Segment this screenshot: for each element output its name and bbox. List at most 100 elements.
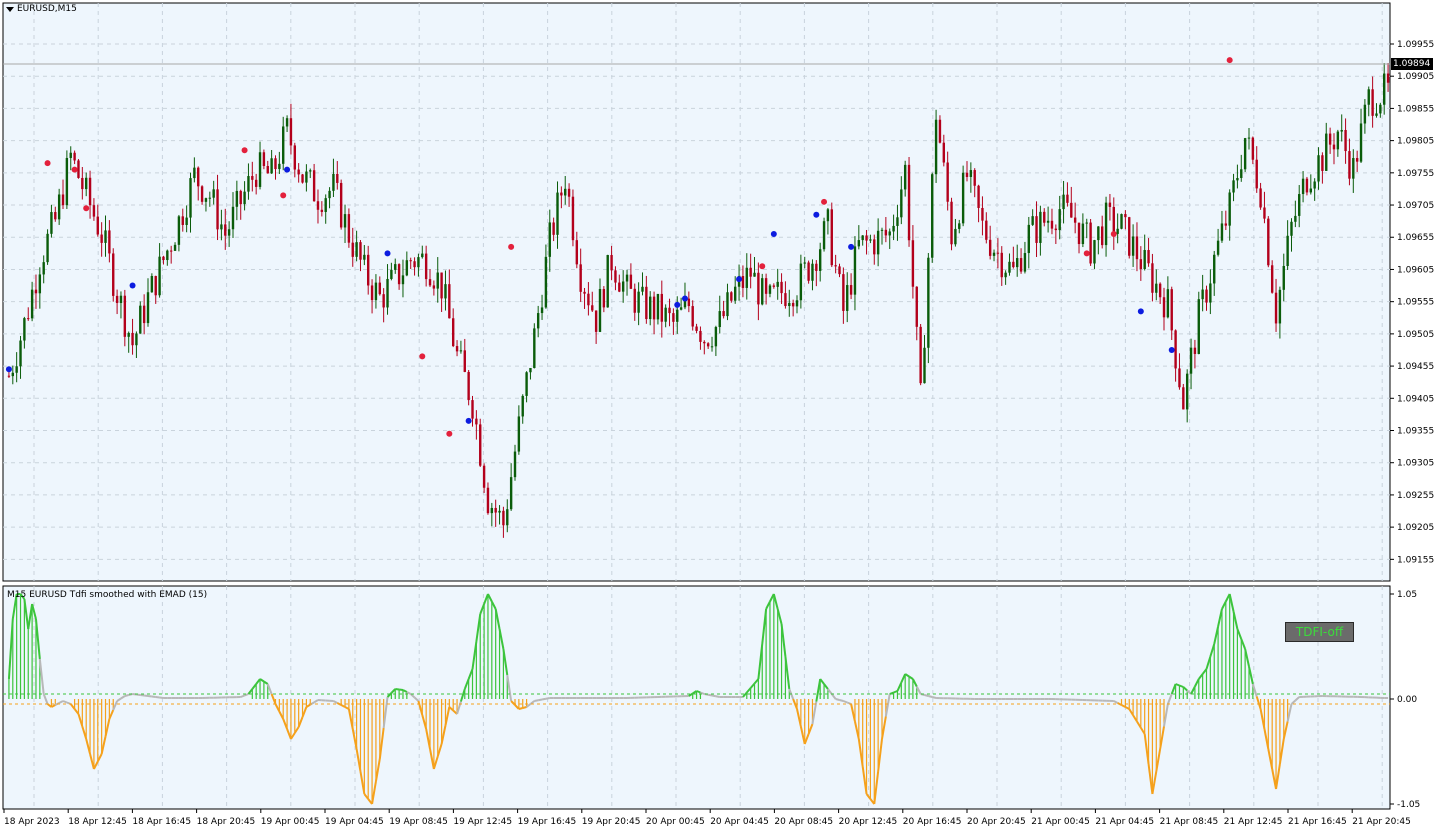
- candle-body: [710, 346, 714, 348]
- candle-body: [46, 233, 49, 263]
- x-tick-label: 19 Apr 00:45: [261, 817, 320, 827]
- candle-body: [1321, 155, 1324, 171]
- candle-body: [274, 158, 277, 170]
- x-tick-label: 20 Apr 20:45: [967, 817, 1026, 827]
- tdfi-line: [124, 694, 129, 697]
- candle-body: [436, 272, 439, 289]
- tdfi-line: [144, 694, 149, 697]
- candle-body: [656, 293, 660, 320]
- signal-dot-red: [446, 430, 453, 437]
- candle-body: [370, 285, 374, 301]
- candle-body: [911, 240, 915, 287]
- tdfi-line: [151, 695, 156, 698]
- candle-body: [212, 189, 215, 198]
- candle-body: [1255, 159, 1258, 189]
- candle-body: [1120, 214, 1123, 229]
- tdfi-line: [1179, 684, 1184, 688]
- y-tick-label: 1.09255: [1397, 491, 1434, 501]
- candle-body: [668, 307, 671, 314]
- candle-body: [200, 186, 204, 202]
- symbol-dropdown[interactable]: EURUSD,M15: [6, 4, 77, 14]
- candle-body: [1012, 261, 1015, 268]
- candle-body: [498, 510, 501, 513]
- candle-body: [471, 400, 474, 419]
- candle-body: [104, 230, 107, 243]
- candle-body: [486, 487, 490, 514]
- candle-body: [942, 142, 946, 163]
- candle-body: [1100, 226, 1104, 246]
- candle-body: [1131, 236, 1135, 256]
- candle-body: [811, 263, 814, 281]
- candle-body: [761, 278, 764, 305]
- candle-body: [645, 286, 648, 320]
- tdfi-toggle-button[interactable]: TDFI-off: [1285, 622, 1354, 642]
- candle-body: [108, 230, 111, 254]
- candle-body: [293, 145, 297, 170]
- candle-body: [1305, 178, 1309, 193]
- x-tick-label: 20 Apr 08:45: [774, 817, 833, 827]
- candle-body: [38, 274, 42, 294]
- candle-body: [660, 293, 664, 322]
- price-plot-area[interactable]: [2, 2, 1391, 582]
- candle-body: [846, 285, 849, 311]
- y-tick-label: 1.09705: [1397, 201, 1434, 211]
- candle-body: [791, 302, 795, 307]
- candle-body: [309, 170, 312, 172]
- candle-body: [757, 272, 760, 305]
- y-tick-label: 1.05: [1397, 590, 1417, 600]
- candle-body: [857, 240, 861, 247]
- candle-body: [973, 170, 976, 186]
- candle-body: [42, 262, 45, 275]
- signal-dot-red: [419, 353, 426, 360]
- signal-dot-blue: [770, 231, 777, 238]
- signal-dot-red: [1226, 57, 1233, 64]
- candle-body: [282, 126, 285, 164]
- candle-body: [876, 230, 880, 255]
- candle-body: [540, 307, 544, 314]
- candle-body: [177, 216, 181, 245]
- candle-body: [251, 176, 254, 180]
- candle-body: [1336, 131, 1340, 150]
- candle-body: [455, 346, 459, 352]
- candle-body: [579, 264, 582, 292]
- candle-body: [621, 281, 625, 292]
- candle-body: [397, 264, 401, 285]
- candle-body: [336, 173, 339, 183]
- candle-body: [289, 118, 293, 146]
- candle-body: [50, 212, 53, 234]
- chart-canvas[interactable]: 1.09955 1.09905 1.09855 1.09805 1.09755 1.097…: [0, 0, 1436, 832]
- candle-body: [27, 318, 30, 320]
- symbol-title: EURUSD,M15: [17, 4, 77, 14]
- candle-body: [1232, 180, 1235, 193]
- candle-body: [934, 119, 938, 175]
- y-tick-label: 1.09555: [1397, 298, 1434, 308]
- candle-body: [65, 157, 69, 206]
- candle-body: [985, 220, 988, 240]
- candle-body: [363, 254, 366, 260]
- candle-body: [598, 289, 602, 332]
- candle-body: [637, 291, 640, 313]
- y-tick-label: -1.05: [1397, 800, 1420, 810]
- candle-body: [440, 272, 443, 299]
- tdfi-line: [541, 697, 547, 701]
- tdfi-line: [1175, 683, 1180, 687]
- candle-body: [1073, 217, 1077, 223]
- tdfi-line: [159, 696, 164, 699]
- candle-body: [679, 307, 683, 310]
- candle-body: [150, 276, 154, 293]
- tdfi-line: [545, 697, 550, 700]
- candle-body: [900, 189, 903, 218]
- candle-body: [838, 266, 841, 275]
- candle-body: [556, 192, 559, 235]
- candle-body: [482, 465, 486, 488]
- x-tick-label: 21 Apr 16:45: [1288, 817, 1347, 827]
- candle-body: [1274, 292, 1278, 324]
- candle-body: [494, 507, 497, 513]
- candle-body: [154, 276, 157, 296]
- candle-body: [367, 254, 370, 286]
- candle-body: [583, 291, 586, 294]
- candle-body: [1135, 236, 1139, 260]
- candle-body: [413, 261, 416, 268]
- candle-body: [1008, 261, 1011, 273]
- candle-body: [1035, 216, 1038, 243]
